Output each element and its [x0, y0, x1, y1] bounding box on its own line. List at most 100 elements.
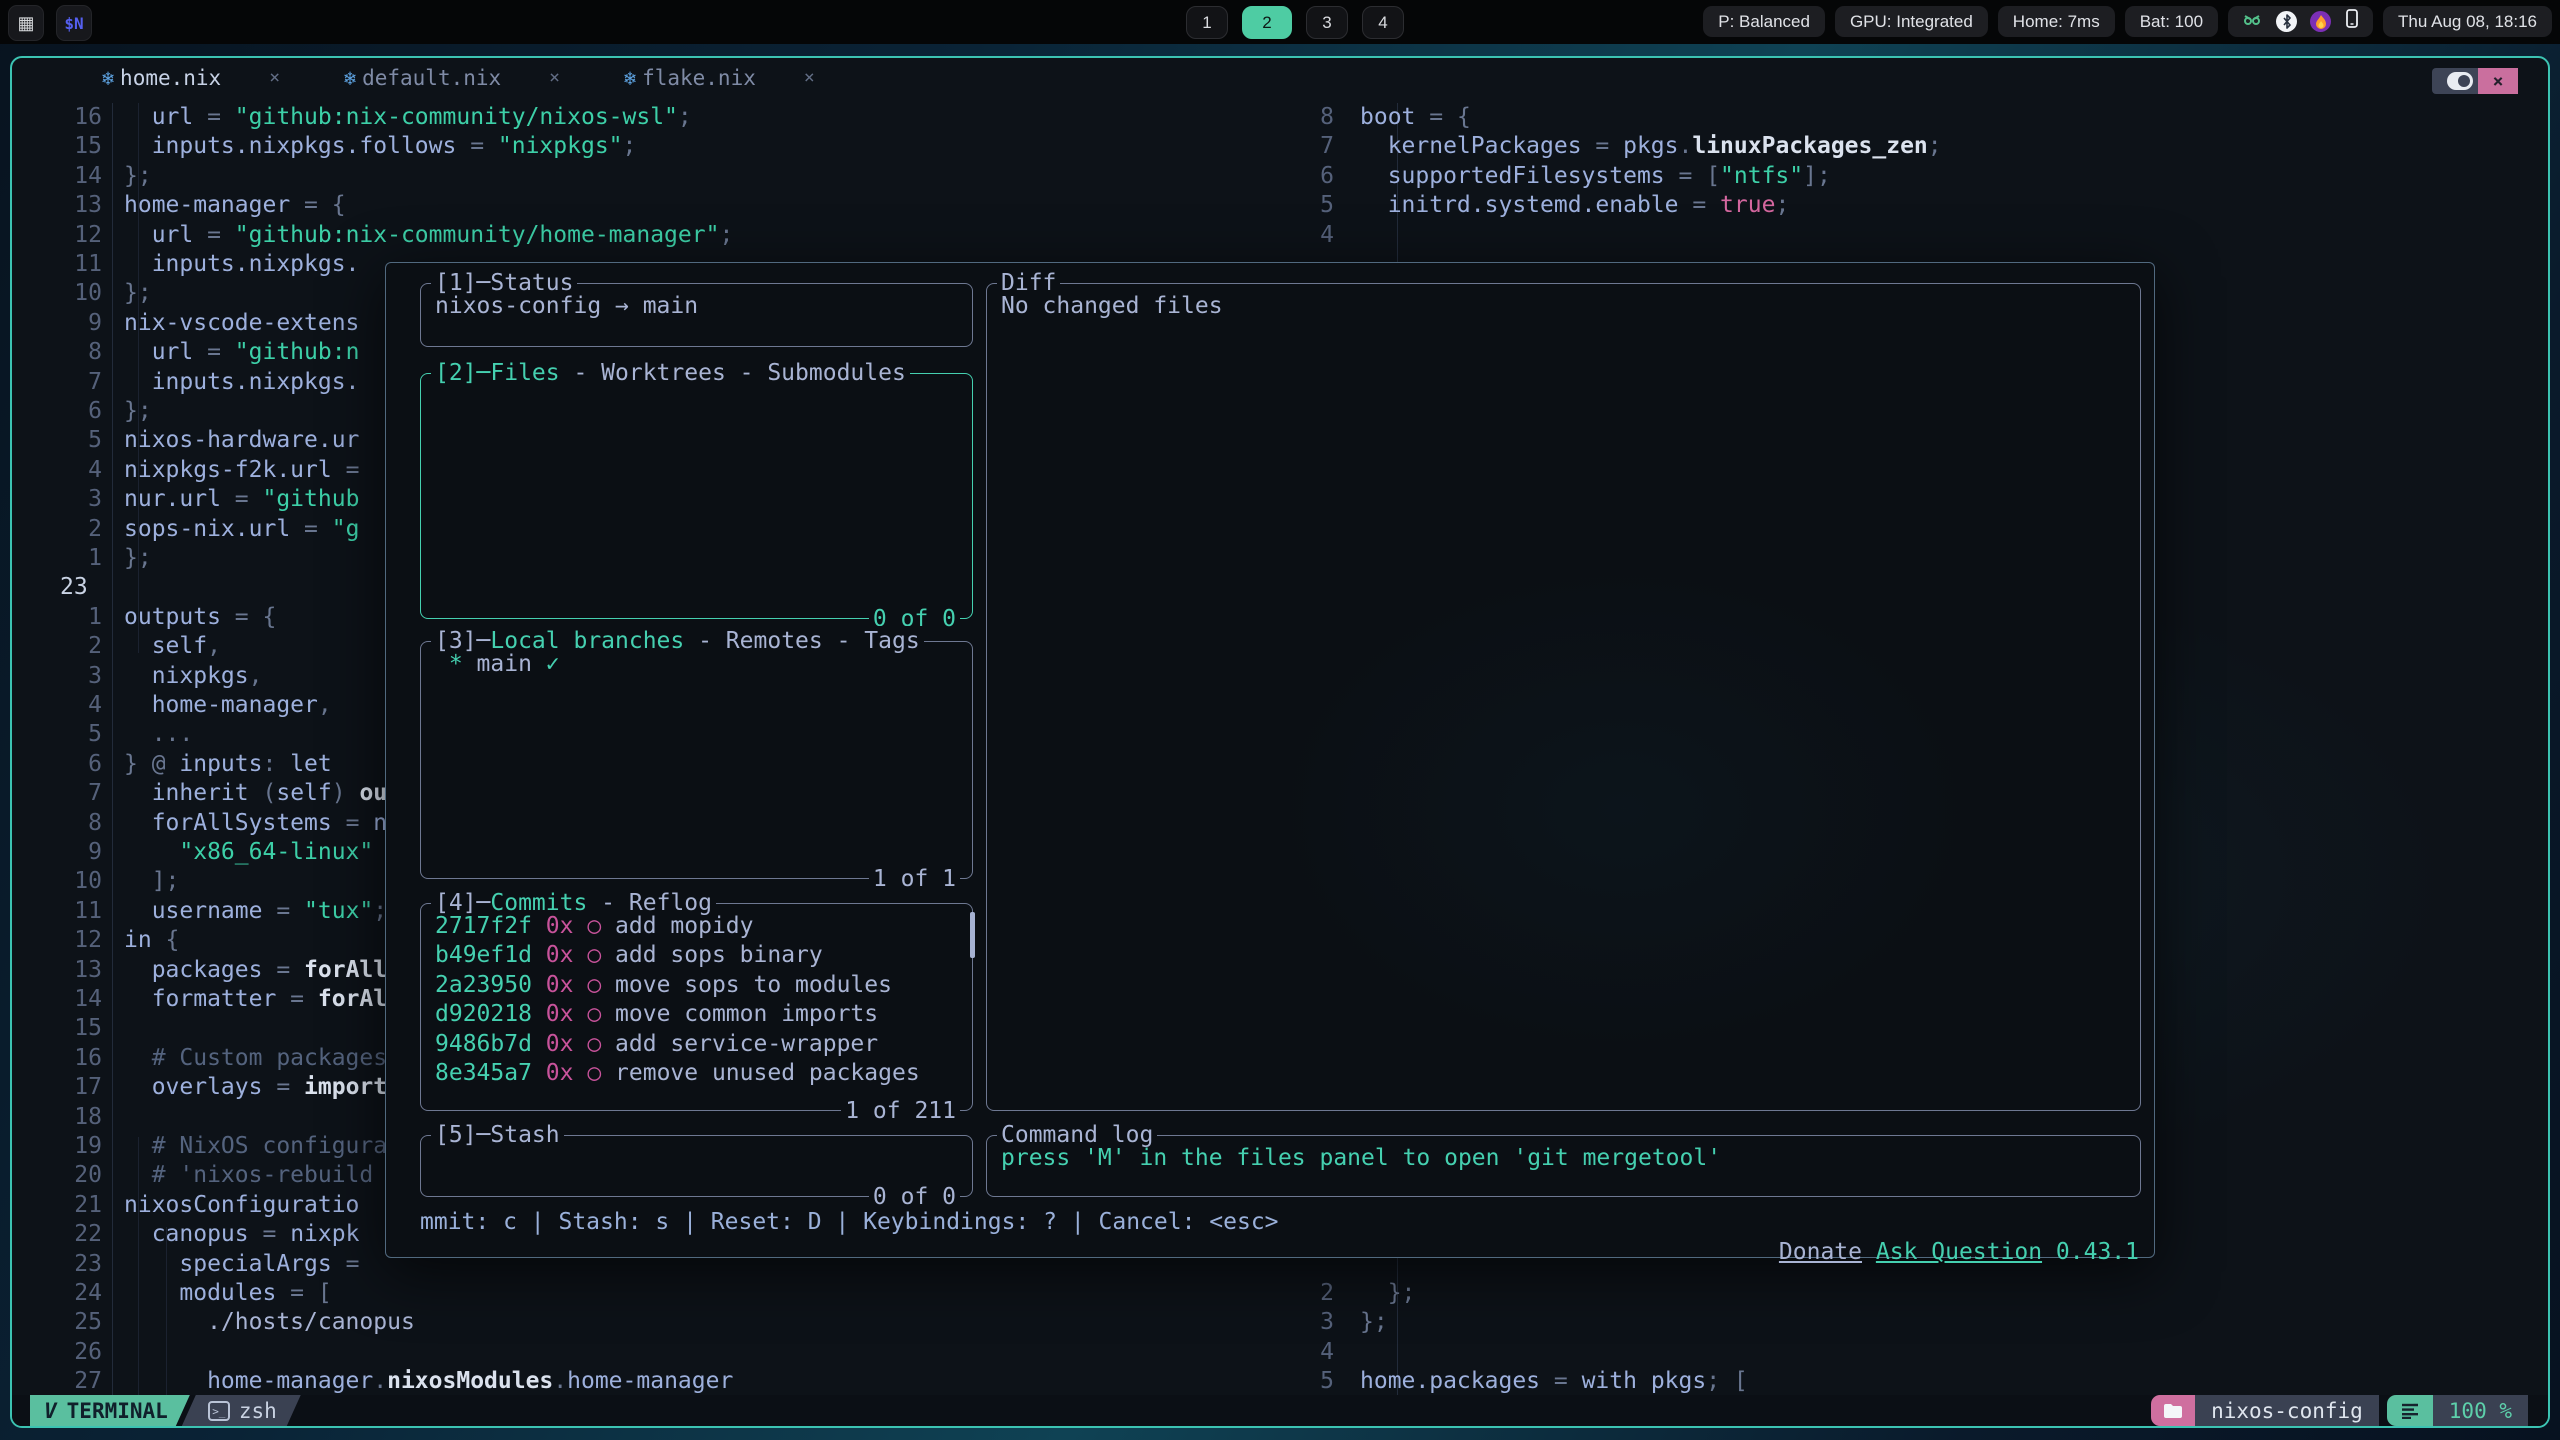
lazygit-stash-panel[interactable]: [5]─Stash 0 of 0	[420, 1135, 973, 1197]
workspace-button-4[interactable]: 4	[1362, 6, 1404, 39]
text-seg: [5]─Stash	[435, 1122, 560, 1148]
line-number: 8	[12, 338, 102, 367]
folder-icon	[2163, 1403, 2183, 1419]
line-number: 7	[12, 779, 102, 808]
text-seg: {	[166, 927, 180, 953]
tab-label: default.nix	[362, 66, 501, 90]
text-seg: };	[124, 545, 152, 571]
repo-branch-status: nixos-config → main	[435, 292, 962, 321]
tab-close-icon[interactable]: ×	[549, 67, 560, 88]
nix-shell-button[interactable]: $N	[56, 5, 92, 41]
window-toggle-control[interactable]	[2432, 68, 2478, 94]
text-seg: inputs	[179, 751, 262, 777]
text-seg: - Worktrees - Submodules	[560, 360, 906, 386]
text-seg: ,	[207, 633, 221, 659]
line-number: 19	[12, 1132, 102, 1161]
commit-row[interactable]: 8e345a7 0x ○ remove unused packages	[435, 1059, 962, 1088]
text-seg: nur.url	[124, 486, 235, 512]
system-tray	[2228, 6, 2373, 37]
text-seg: packages	[124, 957, 276, 983]
text-seg: =	[346, 457, 360, 483]
text-seg: = [	[1679, 163, 1721, 189]
text-seg: ou	[359, 780, 387, 806]
version-label: 0.43.1	[2056, 1239, 2139, 1265]
text-seg: inherit	[124, 780, 262, 806]
code-text: boot = {	[1360, 103, 2548, 132]
apps-grid-button[interactable]: ▦	[8, 5, 44, 41]
tab-close-icon[interactable]: ×	[804, 67, 815, 88]
ask-question-link[interactable]: Ask Question	[1876, 1239, 2042, 1265]
commit-row[interactable]: 9486b7d 0x ○ add service-wrapper	[435, 1030, 962, 1059]
text-seg: ;	[678, 104, 692, 130]
commit-row[interactable]: d920218 0x ○ move common imports	[435, 1000, 962, 1029]
workspace-button-2[interactable]: 2	[1242, 6, 1292, 39]
branch-row[interactable]: * main ✓	[435, 650, 962, 679]
text-seg: =	[1595, 133, 1623, 159]
tab-home-nix[interactable]: ❄ home.nix ×	[102, 66, 280, 90]
text-seg: b49ef1d	[435, 942, 546, 968]
wireguard-icon[interactable]	[2241, 8, 2263, 35]
tab-flake-nix[interactable]: ❄ flake.nix ×	[624, 66, 815, 90]
window-close-button[interactable]: ×	[2478, 68, 2518, 94]
lazygit-diff-panel[interactable]: Diff No changed files	[986, 283, 2141, 1111]
line-number: 13	[12, 191, 102, 220]
donate-link[interactable]: Donate	[1779, 1239, 1862, 1265]
power-profile-label: P: Balanced	[1718, 12, 1810, 32]
diff-message: No changed files	[1001, 292, 2130, 321]
line-number: 16	[12, 1044, 102, 1073]
code-line: 25 ./hosts/canopus	[12, 1308, 1297, 1337]
code-text: home-manager = {	[124, 191, 1297, 220]
bluetooth-icon[interactable]	[2276, 11, 2297, 32]
lazygit-commits-panel[interactable]: [4]─Commits - Reflog 1 of 211 2717f2f 0x…	[420, 903, 973, 1111]
commit-row[interactable]: 2717f2f 0x ○ add mopidy	[435, 912, 962, 941]
text-seg: url	[124, 104, 207, 130]
shell-label: zsh	[239, 1399, 277, 1423]
line-number: 26	[12, 1338, 102, 1367]
lazygit-status-panel[interactable]: [1]─Status nixos-config → main	[420, 283, 973, 347]
line-number: 10	[12, 279, 102, 308]
text-seg: formatter	[124, 986, 290, 1012]
text-seg: linuxPackages_zen	[1692, 133, 1927, 159]
lazygit-branches-panel[interactable]: [3]─Local branches - Remotes - Tags 1 of…	[420, 641, 973, 879]
workspace-button-1[interactable]: 1	[1186, 6, 1228, 39]
text-seg: overlays	[124, 1074, 276, 1100]
text-seg: username	[124, 898, 276, 924]
tab-default-nix[interactable]: ❄ default.nix ×	[344, 66, 560, 90]
scrollbar-thumb[interactable]	[970, 912, 975, 958]
text-seg: true	[1720, 192, 1775, 218]
text-seg: .	[1679, 133, 1693, 159]
code-line: 7 kernelPackages = pkgs.linuxPackages_ze…	[1297, 132, 2548, 161]
text-seg: forAl	[318, 986, 387, 1012]
text-seg: home-manager	[124, 692, 318, 718]
text-seg: ○	[587, 942, 615, 968]
text-seg: } @	[124, 751, 179, 777]
phone-icon[interactable]	[2344, 8, 2360, 35]
text-seg: };	[124, 398, 152, 424]
line-number: 2	[12, 515, 102, 544]
mode-label: TERMINAL	[67, 1399, 168, 1423]
text-seg: add service-wrapper	[615, 1031, 878, 1057]
commit-row[interactable]: 2a23950 0x ○ move sops to modules	[435, 971, 962, 1000]
scroll-percent-segment: 100 %	[2433, 1395, 2528, 1426]
workspace-switcher: 1234	[1186, 6, 1404, 39]
workspace-button-3[interactable]: 3	[1306, 6, 1348, 39]
line-number: 18	[12, 1103, 102, 1132]
lazygit-files-panel[interactable]: [2]─Files - Worktrees - Submodules 0 of …	[420, 373, 973, 619]
tab-close-icon[interactable]: ×	[269, 67, 280, 88]
text-seg: 0x	[546, 972, 588, 998]
text-seg: pkgs	[1623, 133, 1678, 159]
text-seg: "github:nix-community/home-manager"	[235, 222, 720, 248]
text-seg: # 'nixos-rebuild	[124, 1162, 373, 1188]
panel-title: [5]─Stash	[431, 1120, 564, 1150]
flame-icon[interactable]	[2310, 11, 2331, 32]
line-number: 8	[1297, 103, 1334, 132]
line-number: 4	[1297, 1338, 1334, 1367]
code-line: 26	[12, 1338, 1297, 1367]
line-number: 15	[12, 132, 102, 161]
commit-row[interactable]: b49ef1d 0x ○ add sops binary	[435, 941, 962, 970]
text-seg: ,	[249, 663, 263, 689]
code-text: };	[1360, 1308, 2548, 1337]
battery-pill: Bat: 100	[2125, 6, 2218, 37]
lazygit-command-log-panel[interactable]: Command log press 'M' in the files panel…	[986, 1135, 2141, 1197]
text-seg: nixos-hardware.ur	[124, 427, 359, 453]
